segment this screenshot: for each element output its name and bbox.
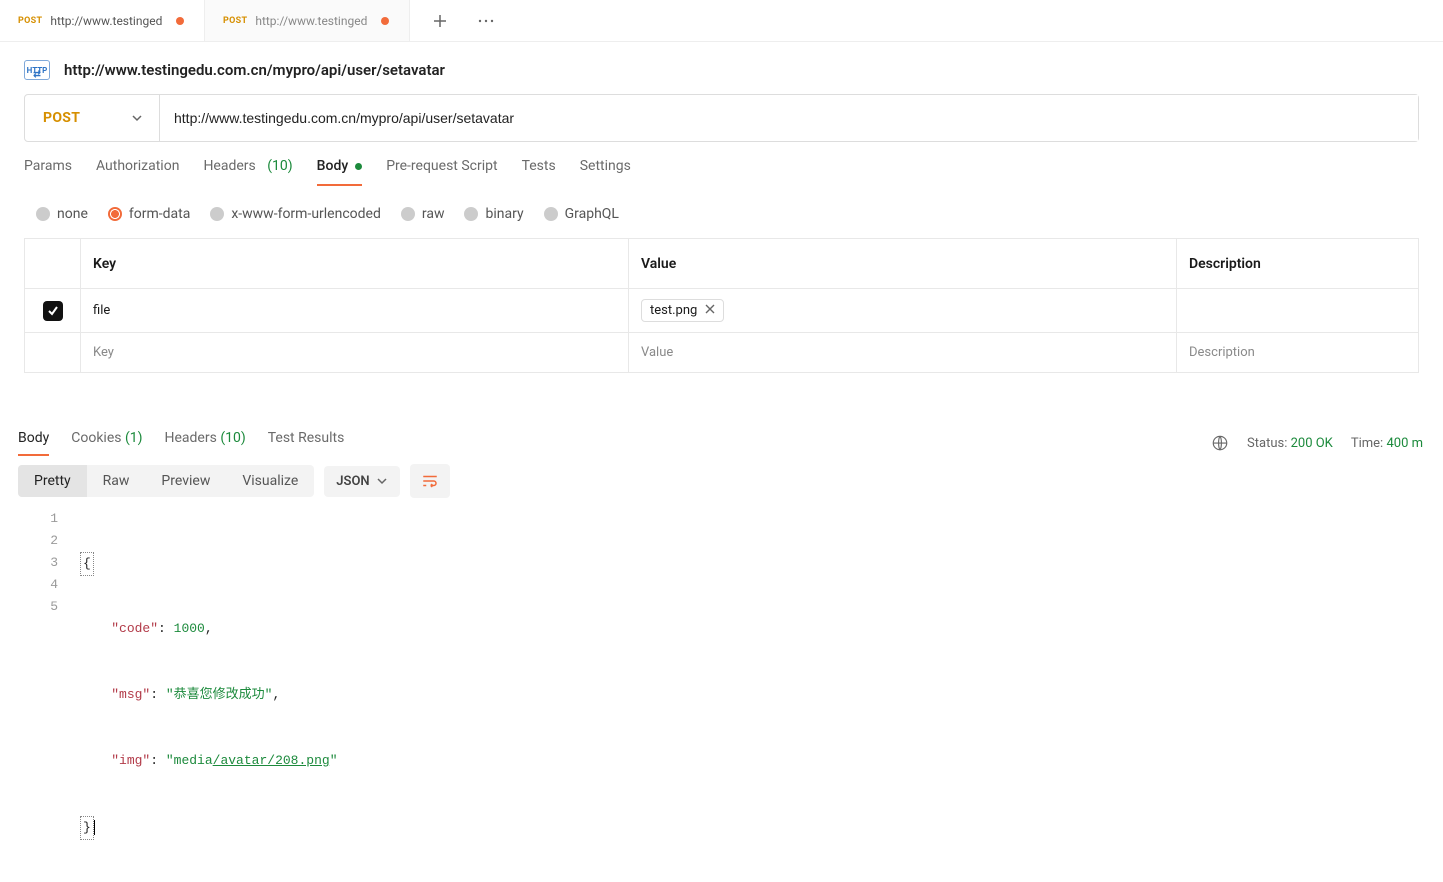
radio-icon xyxy=(210,207,224,221)
resp-tab-headers[interactable]: Headers (10) xyxy=(165,430,246,456)
request-title: http://www.testingedu.com.cn/mypro/api/u… xyxy=(64,61,445,79)
time-meta: Time: 400 m xyxy=(1351,436,1423,451)
description-input[interactable]: Description xyxy=(1177,333,1419,372)
tab-params[interactable]: Params xyxy=(24,158,72,186)
radio-none[interactable]: none xyxy=(36,206,88,222)
response-toolbar: Pretty Raw Preview Visualize JSON xyxy=(0,456,1443,508)
file-chip: test.png xyxy=(641,299,724,322)
tab-headers[interactable]: Headers (10) xyxy=(203,158,292,186)
tabs-bar: POST http://www.testinged POST http://ww… xyxy=(0,0,1443,42)
resp-tab-cookies[interactable]: Cookies (1) xyxy=(71,430,142,456)
view-visualize[interactable]: Visualize xyxy=(226,465,314,497)
row-enable-checkbox[interactable] xyxy=(43,301,63,321)
wrap-lines-button[interactable] xyxy=(410,464,450,498)
tab-settings[interactable]: Settings xyxy=(580,158,631,186)
globe-icon[interactable] xyxy=(1211,434,1229,452)
text-cursor-icon xyxy=(94,820,95,835)
wrap-icon xyxy=(421,472,439,490)
radio-icon xyxy=(544,207,558,221)
resp-tab-test-results[interactable]: Test Results xyxy=(268,430,345,456)
table-row-new: Key Value Description xyxy=(25,333,1419,373)
http-protocol-icon: HTTP xyxy=(24,60,50,80)
tab-authorization[interactable]: Authorization xyxy=(96,158,179,186)
radio-urlencoded[interactable]: x-www-form-urlencoded xyxy=(210,206,381,222)
tab-title: http://www.testinged xyxy=(50,14,168,28)
view-mode-segmented: Pretty Raw Preview Visualize xyxy=(18,465,314,497)
radio-icon xyxy=(464,207,478,221)
tab-overflow-button[interactable] xyxy=(472,7,500,35)
col-value: Value xyxy=(629,239,1177,288)
radio-icon xyxy=(36,207,50,221)
request-header: HTTP http://www.testingedu.com.cn/mypro/… xyxy=(0,42,1443,94)
response-code-view[interactable]: 1 2 3 4 5 { "code": 1000, "msg": "恭喜您修改成… xyxy=(0,508,1443,882)
col-key: Key xyxy=(81,239,629,288)
response-meta: Status: 200 OK Time: 400 m xyxy=(1211,434,1423,452)
method-badge: POST xyxy=(18,16,42,26)
table-header-row: Key Value Description xyxy=(25,239,1419,289)
resp-tab-body[interactable]: Body xyxy=(18,430,49,456)
tab-title: http://www.testinged xyxy=(255,14,373,28)
view-pretty[interactable]: Pretty xyxy=(18,465,87,497)
unsaved-dot-icon xyxy=(381,17,389,25)
radio-graphql[interactable]: GraphQL xyxy=(544,206,619,222)
radio-binary[interactable]: binary xyxy=(464,206,523,222)
unsaved-dot-icon xyxy=(176,17,184,25)
body-type-radios: none form-data x-www-form-urlencoded raw… xyxy=(0,194,1443,238)
response-subtabs: Body Cookies (1) Headers (10) Test Resul… xyxy=(18,430,344,456)
url-input[interactable] xyxy=(160,95,1418,141)
view-raw[interactable]: Raw xyxy=(87,465,146,497)
form-data-table: Key Value Description file test.png Key … xyxy=(24,238,1419,373)
chevron-down-icon xyxy=(376,475,388,487)
code-lines: { "code": 1000, "msg": "恭喜您修改成功", "img":… xyxy=(80,508,1443,882)
new-tab-button[interactable] xyxy=(426,7,454,35)
method-badge: POST xyxy=(223,16,247,26)
radio-form-data[interactable]: form-data xyxy=(108,206,190,222)
file-name: test.png xyxy=(650,303,697,318)
key-input[interactable]: Key xyxy=(81,333,629,372)
tab-pre-request-script[interactable]: Pre-request Script xyxy=(386,158,497,186)
tab-tests[interactable]: Tests xyxy=(522,158,556,186)
view-preview[interactable]: Preview xyxy=(145,465,226,497)
response-pane: Body Cookies (1) Headers (10) Test Resul… xyxy=(0,430,1443,694)
radio-icon xyxy=(108,207,122,221)
url-bar: POST xyxy=(24,94,1419,142)
description-cell[interactable] xyxy=(1177,289,1419,332)
check-icon xyxy=(47,305,59,317)
line-gutter: 1 2 3 4 5 xyxy=(0,508,80,882)
radio-raw[interactable]: raw xyxy=(401,206,445,222)
request-tab[interactable]: POST http://www.testinged xyxy=(0,0,205,41)
method-label: POST xyxy=(43,110,80,126)
value-input[interactable]: Value xyxy=(629,333,1177,372)
chevron-down-icon xyxy=(131,112,143,124)
more-horizontal-icon xyxy=(477,13,495,29)
col-description: Description xyxy=(1177,239,1419,288)
remove-file-button[interactable] xyxy=(705,303,715,318)
status-meta: Status: 200 OK xyxy=(1247,436,1333,451)
close-icon xyxy=(705,304,715,314)
request-tab[interactable]: POST http://www.testinged xyxy=(205,0,410,41)
key-cell[interactable]: file xyxy=(81,289,629,332)
method-select[interactable]: POST xyxy=(25,95,160,141)
plus-icon xyxy=(432,13,448,29)
value-cell[interactable]: test.png xyxy=(629,289,1177,332)
radio-icon xyxy=(401,207,415,221)
tab-body[interactable]: Body xyxy=(317,158,363,186)
format-select[interactable]: JSON xyxy=(324,466,399,497)
request-subtabs: Params Authorization Headers (10) Body P… xyxy=(0,158,1443,194)
active-indicator-icon xyxy=(355,163,362,170)
table-row: file test.png xyxy=(25,289,1419,333)
